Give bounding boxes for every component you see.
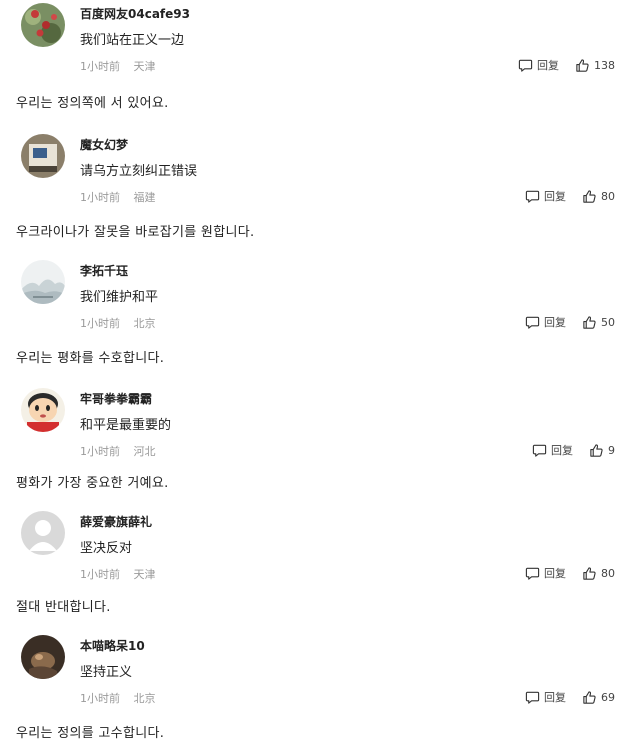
avatar[interactable]: [21, 134, 65, 178]
comment-text: 请乌方立刻纠正错误: [80, 164, 198, 179]
comment-location: 北京: [133, 692, 156, 705]
thumbs-up-icon: [576, 58, 589, 72]
comment-text: 和平是最重要的: [80, 418, 172, 433]
avatar[interactable]: [21, 511, 65, 555]
avatar-ink-landscape-icon: [21, 260, 65, 304]
reply-label: 回复: [544, 567, 566, 580]
reply-icon: [525, 567, 540, 580]
avatar[interactable]: [21, 260, 65, 304]
comment-text: 坚决反对: [80, 541, 133, 556]
comment-location: 河北: [133, 445, 156, 458]
like-count: 80: [601, 189, 615, 203]
comment-time: 1小时前: [80, 317, 120, 330]
avatar[interactable]: [21, 3, 65, 47]
like-button[interactable]: 50: [582, 315, 615, 330]
comment-time: 1小时前: [80, 692, 120, 705]
reply-label: 回复: [544, 316, 566, 329]
reply-label: 回复: [551, 444, 573, 457]
thumbs-up-icon: [583, 189, 596, 203]
reply-icon: [525, 691, 540, 704]
comment-location: 天津: [133, 60, 156, 73]
username[interactable]: 牢哥拳拳霸霸: [80, 390, 152, 407]
comment-location: 北京: [133, 317, 156, 330]
comment-item: 薛爱豪旗薛礼 坚决反对 1小时前 天津 回复 80: [0, 508, 639, 588]
thumbs-up-icon: [583, 315, 596, 329]
username[interactable]: 百度网友04cafe93: [80, 5, 190, 22]
comment-text: 我们维护和平: [80, 290, 159, 305]
like-button[interactable]: 138: [575, 58, 615, 73]
reply-icon: [525, 316, 540, 329]
comment-item: 李拓千珏 我们维护和平 1小时前 北京 回复 50: [0, 257, 639, 337]
comment-text: 坚持正义: [80, 665, 133, 680]
like-button[interactable]: 9: [589, 443, 615, 458]
avatar-default-person-icon: [21, 511, 65, 555]
reply-button[interactable]: 回复: [532, 442, 573, 458]
avatar[interactable]: [21, 388, 65, 432]
comment-actions: 回复 80: [525, 187, 615, 205]
comment-time: 1小时前: [80, 60, 120, 73]
comment-meta: 1小时前 河北: [80, 443, 166, 459]
translation-text: 우리는 정의를 고수합니다.: [16, 726, 165, 741]
comment-item: 魔女幻梦 请乌方立刻纠正错误 1小时前 福建 回复 80: [0, 131, 639, 211]
reply-icon: [532, 444, 547, 457]
like-count: 138: [594, 58, 615, 72]
reply-button[interactable]: 回复: [525, 188, 566, 204]
comment-meta: 1小时前 北京: [80, 690, 166, 706]
comment-meta: 1小时前 福建: [80, 189, 166, 205]
thumbs-up-icon: [590, 443, 603, 457]
comment-time: 1小时前: [80, 568, 120, 581]
reply-button[interactable]: 回复: [518, 57, 559, 73]
like-count: 50: [601, 315, 615, 329]
reply-label: 回复: [544, 190, 566, 203]
thumbs-up-icon: [583, 566, 596, 580]
username[interactable]: 薛爱豪旗薛礼: [80, 513, 152, 530]
avatar-berries-icon: [21, 3, 65, 47]
username[interactable]: 李拓千珏: [80, 262, 128, 279]
reply-icon: [518, 59, 533, 72]
translation-text: 평화가 가장 중요한 거예요.: [16, 476, 169, 491]
reply-button[interactable]: 回复: [525, 565, 566, 581]
comment-text: 我们站在正义一边: [80, 33, 185, 48]
comment-time: 1小时前: [80, 445, 120, 458]
comment-item: 牢哥拳拳霸霸 和平是最重要的 1小时前 河北 回复 9: [0, 385, 639, 465]
username[interactable]: 魔女幻梦: [80, 136, 128, 153]
avatar-dark-photo-icon: [21, 635, 65, 679]
avatar-cartoon-boy-icon: [21, 388, 65, 432]
like-button[interactable]: 80: [582, 566, 615, 581]
translation-text: 우리는 정의쪽에 서 있어요.: [16, 96, 169, 111]
comment-meta: 1小时前 天津: [80, 566, 166, 582]
comment-actions: 回复 50: [525, 313, 615, 331]
translation-text: 우리는 평화를 수호합니다.: [16, 351, 165, 366]
avatar-book-icon: [21, 134, 65, 178]
like-count: 69: [601, 690, 615, 704]
reply-button[interactable]: 回复: [525, 314, 566, 330]
comment-location: 福建: [133, 191, 156, 204]
reply-icon: [525, 190, 540, 203]
comment-meta: 1小时前 北京: [80, 315, 166, 331]
comment-item: 百度网友04cafe93 我们站在正义一边 1小时前 天津 回复 138: [0, 0, 639, 80]
comment-location: 天津: [133, 568, 156, 581]
comment-actions: 回复 80: [525, 564, 615, 582]
like-count: 80: [601, 566, 615, 580]
translation-text: 절대 반대합니다.: [16, 600, 111, 615]
comment-actions: 回复 9: [532, 441, 615, 459]
comment-actions: 回复 69: [525, 688, 615, 706]
like-count: 9: [608, 443, 615, 457]
reply-button[interactable]: 回复: [525, 689, 566, 705]
like-button[interactable]: 69: [582, 690, 615, 705]
reply-label: 回复: [544, 691, 566, 704]
like-button[interactable]: 80: [582, 189, 615, 204]
comment-actions: 回复 138: [518, 56, 615, 74]
comment-meta: 1小时前 天津: [80, 58, 166, 74]
thumbs-up-icon: [583, 690, 596, 704]
avatar[interactable]: [21, 635, 65, 679]
translation-text: 우크라이나가 잘못을 바로잡기를 원합니다.: [16, 225, 255, 240]
comment-time: 1小时前: [80, 191, 120, 204]
username[interactable]: 本喵略呆10: [80, 637, 145, 654]
reply-label: 回复: [537, 59, 559, 72]
comment-item: 本喵略呆10 坚持正义 1小时前 北京 回复 69: [0, 632, 639, 712]
